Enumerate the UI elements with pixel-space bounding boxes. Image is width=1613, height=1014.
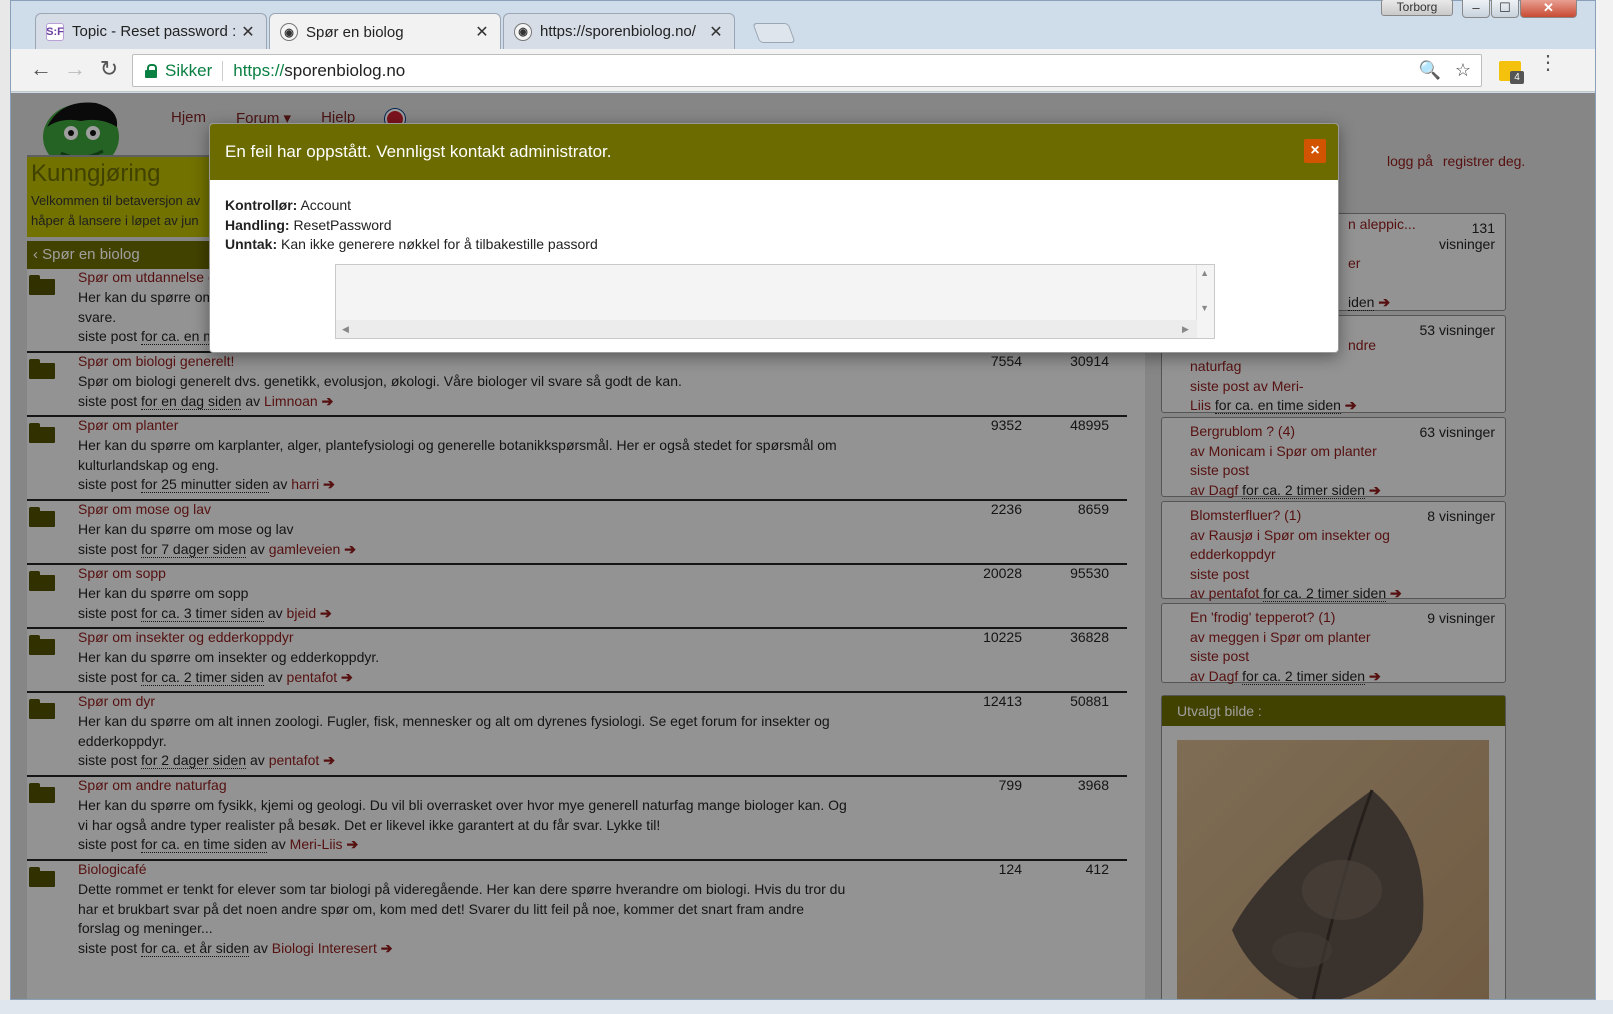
horizontal-scrollbar[interactable] <box>336 320 1197 338</box>
action-line: Handling: ResetPassword <box>225 216 1323 236</box>
scroll-left-icon[interactable]: ◀ <box>342 324 349 335</box>
bookmark-star-icon[interactable]: ☆ <box>1455 60 1471 81</box>
maximize-button[interactable]: ☐ <box>1491 0 1519 18</box>
desktop-right-edge <box>1596 0 1613 1014</box>
scroll-up-icon[interactable]: ▲ <box>1200 268 1209 278</box>
browser-window: Torborg ‒ ☐ ✕ S:F Topic - Reset password… <box>10 0 1596 1000</box>
sf-favicon-icon: S:F <box>46 22 64 41</box>
exception-value: Kan ikke generere nøkkel for å tilbakest… <box>281 236 598 252</box>
desktop-bottom-edge <box>0 1000 1613 1014</box>
browser-toolbar: ← → ↻ Sikker https:// sporenbiolog.no 🔍 … <box>11 49 1595 92</box>
error-dialog-header: En feil har oppstått. Vennligst kontakt … <box>210 124 1338 180</box>
controller-line: Kontrollør: Account <box>225 196 1323 216</box>
url-host: sporenbiolog.no <box>284 60 406 80</box>
tab-close-icon[interactable]: ✕ <box>240 22 256 42</box>
action-value: ResetPassword <box>293 216 392 233</box>
tab-reset-password-topic[interactable]: S:F Topic - Reset password : ✕ <box>35 13 267 49</box>
error-dialog-title: En feil har oppstått. Vennligst kontakt … <box>225 142 612 161</box>
forward-arrow-icon[interactable]: → <box>63 58 87 82</box>
minimize-button[interactable]: ‒ <box>1462 0 1490 18</box>
desktop-left-edge <box>0 0 10 1014</box>
lock-icon <box>145 63 157 78</box>
tab-close-icon[interactable]: ✕ <box>474 22 490 42</box>
back-arrow-icon[interactable]: ← <box>29 58 53 82</box>
error-dialog: En feil har oppstått. Vennligst kontakt … <box>209 123 1339 353</box>
tab-sporenbiolog-url[interactable]: ◉ https://sporenbiolog.no/ ✕ <box>503 13 735 49</box>
extension-badge: 4 <box>1510 71 1524 84</box>
web-page: Hjem Forum ▾ Hjelp Kunngjøring Velkommen… <box>11 93 1595 999</box>
address-bar[interactable]: Sikker https:// sporenbiolog.no 🔍 ☆ <box>132 54 1482 87</box>
tab-close-icon[interactable]: ✕ <box>708 22 724 42</box>
secure-label: Sikker <box>165 60 224 81</box>
controller-value: Account <box>300 197 352 213</box>
close-icon[interactable]: × <box>1304 139 1326 163</box>
new-tab-button[interactable] <box>752 23 796 43</box>
stacktrace-textarea[interactable]: ▲ ▼ ◀ ▶ <box>335 264 1215 339</box>
exception-label: Unntak: <box>225 236 278 252</box>
scroll-right-icon[interactable]: ▶ <box>1182 324 1189 335</box>
zoom-icon[interactable]: 🔍 <box>1418 60 1440 81</box>
globe-favicon-icon: ◉ <box>280 23 298 41</box>
error-details: Kontrollør: Account Handling: ResetPassw… <box>210 180 1338 255</box>
exception-line: Unntak: Kan ikke generere nøkkel for å t… <box>225 235 1323 255</box>
browser-menu-icon[interactable]: ⋮ <box>1538 53 1558 73</box>
tab-title: Spør en biolog <box>306 23 404 41</box>
window-close-button[interactable]: ✕ <box>1520 0 1577 18</box>
tab-spor-en-biolog[interactable]: ◉ Spør en biolog ✕ <box>269 13 501 50</box>
action-label: Handling: <box>225 216 290 233</box>
controller-label: Kontrollør: <box>225 197 298 213</box>
reload-icon[interactable]: ↻ <box>97 58 121 82</box>
globe-favicon-icon: ◉ <box>514 22 532 41</box>
tab-title: https://sporenbiolog.no/ <box>540 23 696 40</box>
scroll-down-icon[interactable]: ▼ <box>1200 303 1209 313</box>
url-scheme: https:// <box>233 60 285 80</box>
profile-button[interactable]: Torborg <box>1381 0 1453 16</box>
tab-title: Topic - Reset password : <box>72 23 237 40</box>
